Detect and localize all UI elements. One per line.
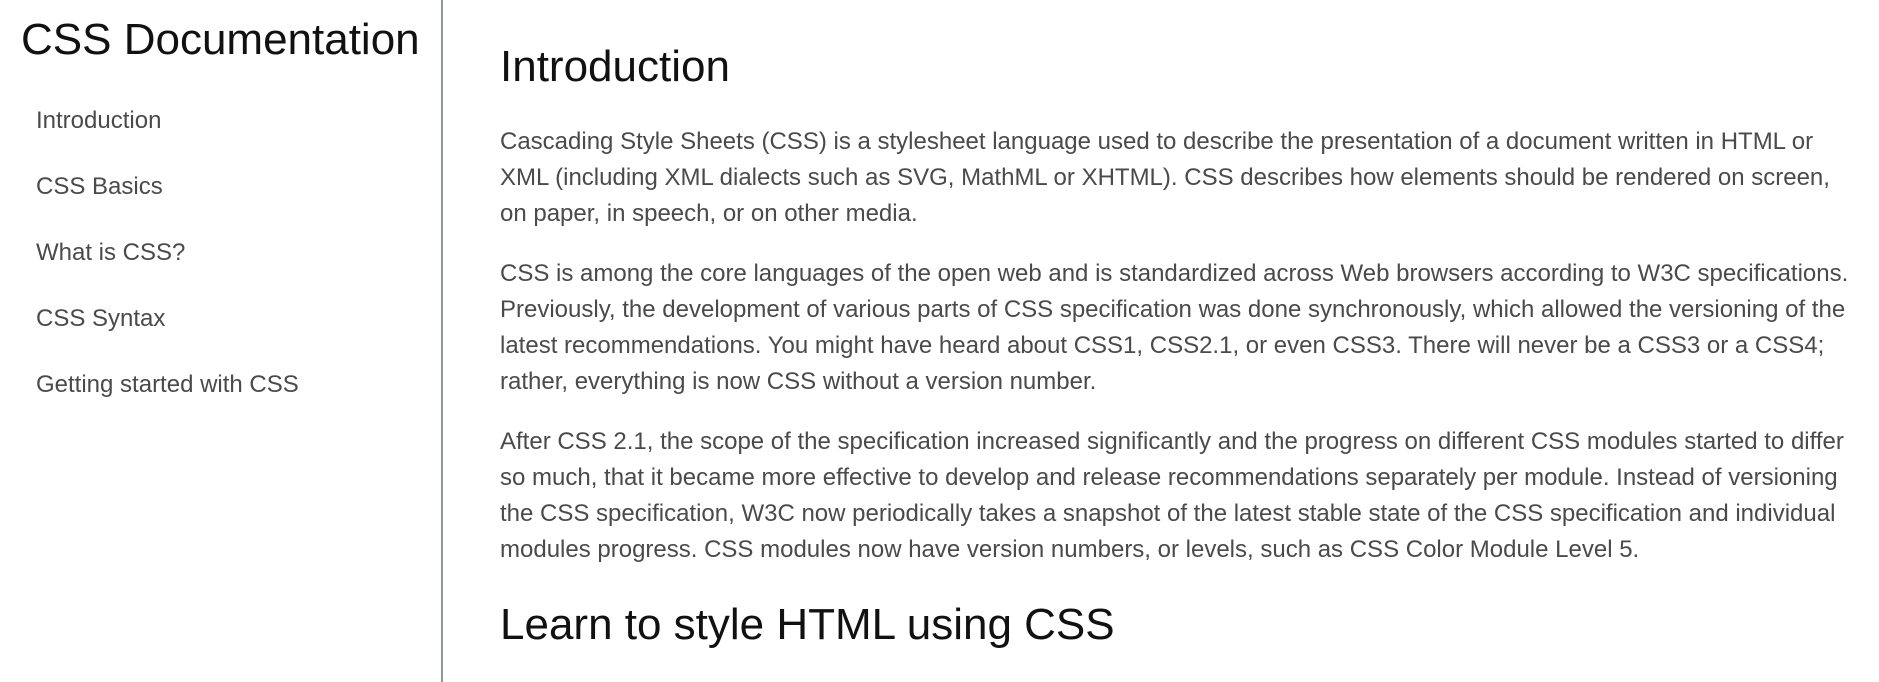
sidebar-nav: Introduction CSS Basics What is CSS? CSS…	[36, 100, 299, 430]
sidebar-item-css-basics[interactable]: CSS Basics	[36, 166, 299, 232]
paragraph: After CSS 2.1, the scope of the specific…	[500, 428, 1844, 563]
sidebar-item-what-is-css[interactable]: What is CSS?	[36, 232, 299, 298]
site-title: CSS Documentation	[21, 15, 420, 64]
sidebar-item-getting-started[interactable]: Getting started with CSS	[36, 364, 299, 430]
section-heading-introduction: Introduction	[500, 42, 730, 91]
paragraph: CSS is among the core languages of the o…	[500, 260, 1849, 395]
section-heading-learn-css: Learn to style HTML using CSS	[500, 600, 1115, 649]
paragraph: Cascading Style Sheets (CSS) is a styles…	[500, 128, 1830, 227]
sidebar: CSS Documentation Introduction CSS Basic…	[0, 0, 443, 682]
sidebar-item-css-syntax[interactable]: CSS Syntax	[36, 298, 299, 364]
page: CSS Documentation Introduction CSS Basic…	[0, 0, 1879, 682]
sidebar-item-introduction[interactable]: Introduction	[36, 100, 299, 166]
